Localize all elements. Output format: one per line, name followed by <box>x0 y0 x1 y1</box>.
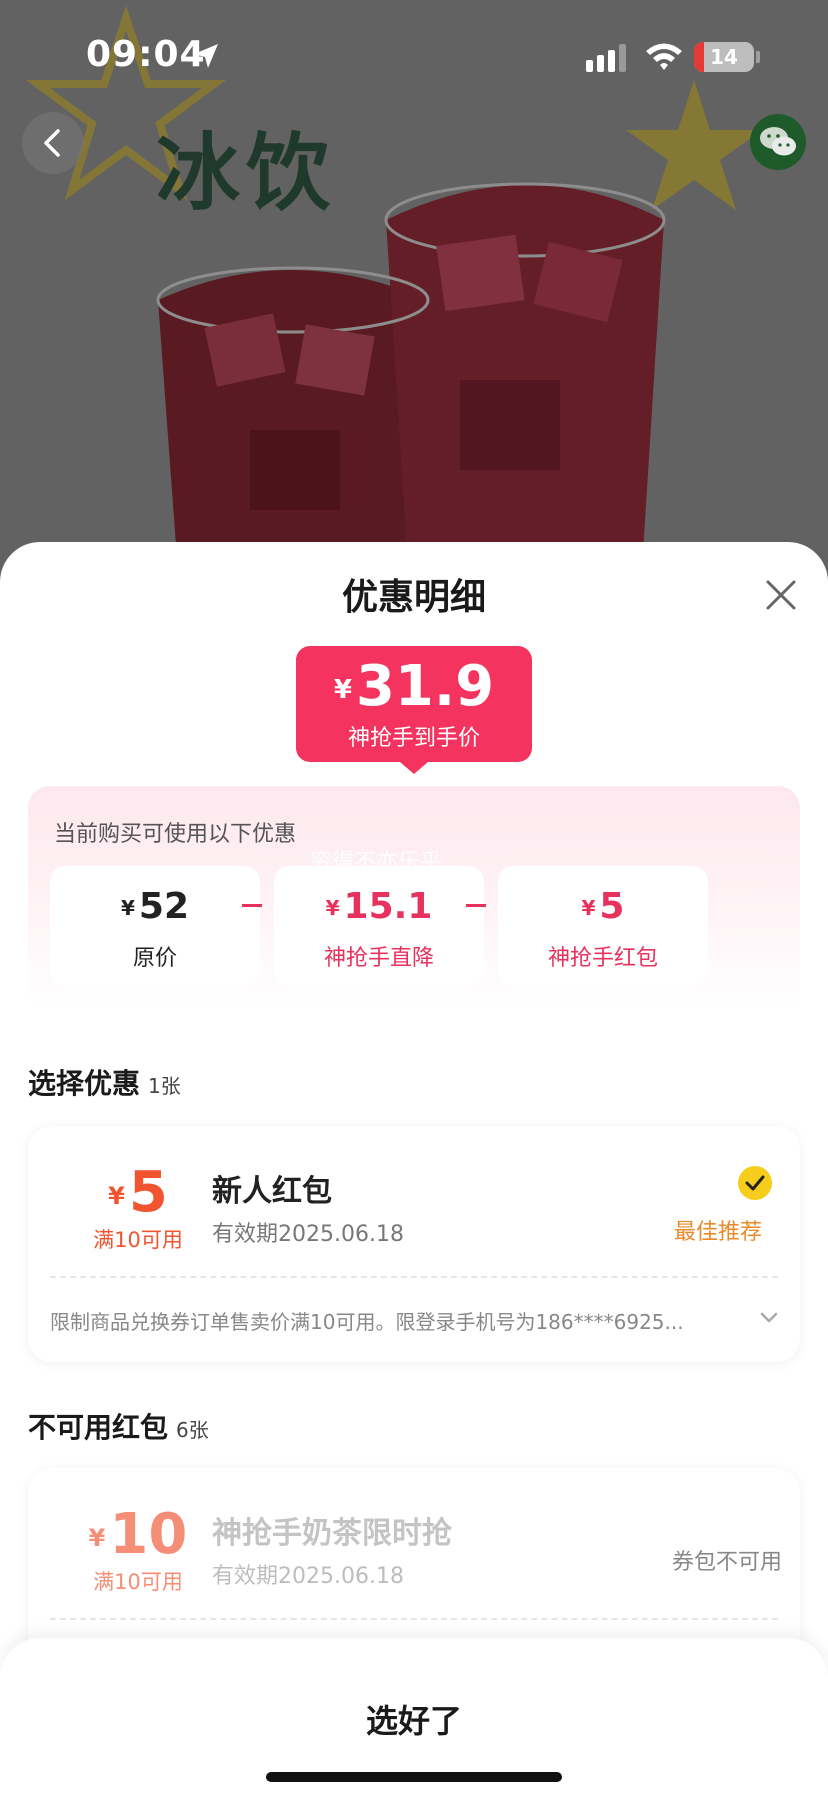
red-packet-cell: ¥5 神抢手红包 <box>498 866 708 986</box>
share-button[interactable] <box>750 114 806 170</box>
original-price-value: 52 <box>138 886 190 927</box>
banner-promo-text: 冰饮 <box>156 124 337 222</box>
dashed-divider <box>50 1618 778 1620</box>
currency-symbol: ¥ <box>581 896 596 920</box>
final-price-currency: ¥ <box>333 674 352 705</box>
coupon-amount-value: 10 <box>109 1502 188 1567</box>
section-title: 选择优惠 <box>28 1067 141 1100</box>
status-time: 09:04 <box>86 34 206 75</box>
confirm-button[interactable]: 选好了 <box>0 1696 828 1742</box>
battery-percentage: 14 <box>710 45 738 69</box>
cellular-signal-icon <box>586 44 626 72</box>
original-price-label: 原价 <box>132 946 177 971</box>
select-discount-header: 选择优惠 1张 <box>28 1062 181 1102</box>
selected-checkbox[interactable] <box>738 1166 772 1200</box>
battery-tip <box>756 51 760 63</box>
chevron-down-icon[interactable] <box>760 1312 778 1324</box>
direct-discount-value: 15.1 <box>343 886 433 927</box>
coupon-name: 新人红包 <box>212 1174 332 1209</box>
coupon-card-selected[interactable]: ¥5 满10可用 新人红包 有效期2025.06.18 最佳推荐 限制商品兑换券… <box>28 1126 800 1362</box>
original-price-cell: ¥52 原价 <box>50 866 260 986</box>
final-price-box: ¥31.9 神抢手到手价 <box>296 646 532 762</box>
back-button[interactable] <box>22 112 84 174</box>
coupon-expiry: 有效期2025.06.18 <box>212 1222 404 1247</box>
currency-symbol: ¥ <box>325 896 340 920</box>
coupon-name: 神抢手奶茶限时抢 <box>212 1516 452 1551</box>
unavailable-header: 不可用红包 6张 <box>28 1406 209 1446</box>
coupon-condition: 满10可用 <box>93 1570 183 1594</box>
red-packet-value: 5 <box>599 886 625 927</box>
chevron-left-icon <box>44 129 60 157</box>
final-price: ¥31.9 <box>296 654 532 719</box>
coupon-expiry: 有效期2025.06.18 <box>212 1564 404 1589</box>
coupon-unavailable-status: 券包不可用 <box>672 1550 783 1575</box>
minus-sign <box>466 904 486 907</box>
wechat-icon <box>760 127 796 156</box>
final-price-value: 31.9 <box>355 654 495 719</box>
coupon-amount: ¥5 <box>76 1160 200 1225</box>
red-packet-label: 神抢手红包 <box>547 946 658 971</box>
close-icon[interactable] <box>764 578 798 612</box>
breakdown-label: 当前购买可使用以下优惠 <box>54 822 297 847</box>
currency-symbol: ¥ <box>88 1523 106 1552</box>
price-breakdown-panel: 当前购买可使用以下优惠 穷得不亦乐乎 ¥52 原价 ¥15.1 神抢手直降 ¥5… <box>28 786 800 1012</box>
wifi-icon <box>646 43 682 70</box>
battery-indicator: 14 <box>694 42 754 72</box>
dashed-divider <box>50 1276 778 1278</box>
check-icon <box>745 1175 765 1191</box>
minus-sign <box>242 904 262 907</box>
footer-bar: 选好了 <box>0 1638 828 1795</box>
sheet-title: 优惠明细 <box>341 577 486 618</box>
direct-discount: ¥15.1 <box>274 886 484 927</box>
direct-discount-cell: ¥15.1 神抢手直降 <box>274 866 484 986</box>
status-bar: 09:04 14 <box>0 0 828 110</box>
section-title: 不可用红包 <box>28 1411 169 1444</box>
currency-symbol: ¥ <box>120 896 135 920</box>
coupon-amount-value: 5 <box>128 1160 168 1225</box>
section-count: 6张 <box>176 1418 209 1442</box>
best-recommend-badge: 最佳推荐 <box>674 1220 763 1245</box>
section-count: 1张 <box>148 1074 181 1098</box>
coupon-condition: 满10可用 <box>93 1228 183 1252</box>
final-price-caption: 神抢手到手价 <box>347 726 480 751</box>
discount-detail-sheet: 优惠明细 ¥31.9 神抢手到手价 当前购买可使用以下优惠 穷得不亦乐乎 ¥52… <box>0 542 828 1795</box>
location-arrow-icon <box>194 44 218 68</box>
coupon-amount: ¥10 <box>76 1502 200 1567</box>
price-pointer <box>400 762 428 774</box>
home-indicator <box>266 1772 562 1782</box>
coupon-limit-text: 限制商品兑换券订单售卖价满10可用。限登录手机号为186****6925... <box>50 1310 684 1334</box>
currency-symbol: ¥ <box>108 1181 125 1210</box>
direct-discount-label: 神抢手直降 <box>323 946 434 971</box>
original-price: ¥52 <box>50 886 260 927</box>
red-packet-discount: ¥5 <box>498 886 708 927</box>
